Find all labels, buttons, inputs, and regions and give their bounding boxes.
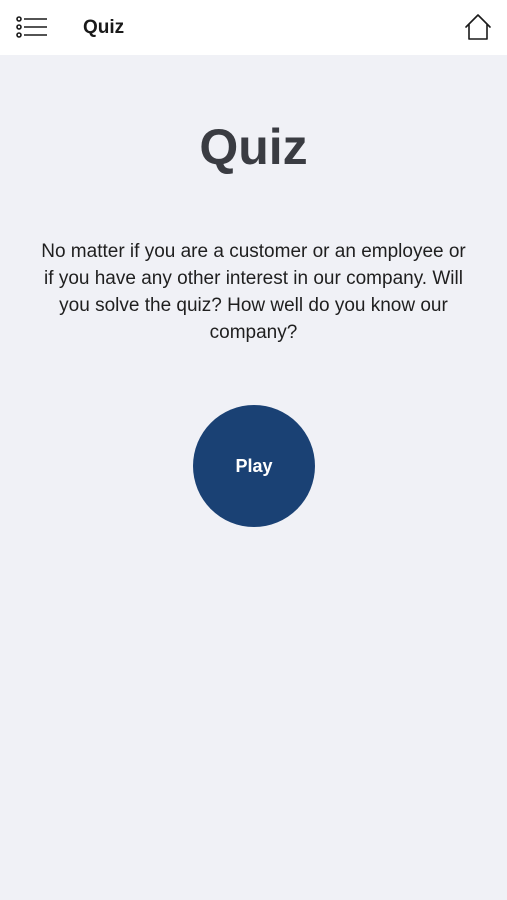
intro-text: No matter if you are a customer or an em…	[41, 241, 466, 343]
page-title: Quiz	[199, 119, 308, 175]
top-bar: Quiz	[0, 0, 507, 55]
main-content: Quiz No matter if you are a customer or …	[0, 55, 507, 900]
home-button[interactable]	[463, 12, 493, 42]
home-icon	[465, 14, 491, 40]
menu-button[interactable]	[14, 13, 50, 43]
play-button[interactable]: Play	[193, 405, 315, 527]
list-menu-icon	[16, 16, 47, 38]
header-title: Quiz	[83, 17, 125, 38]
